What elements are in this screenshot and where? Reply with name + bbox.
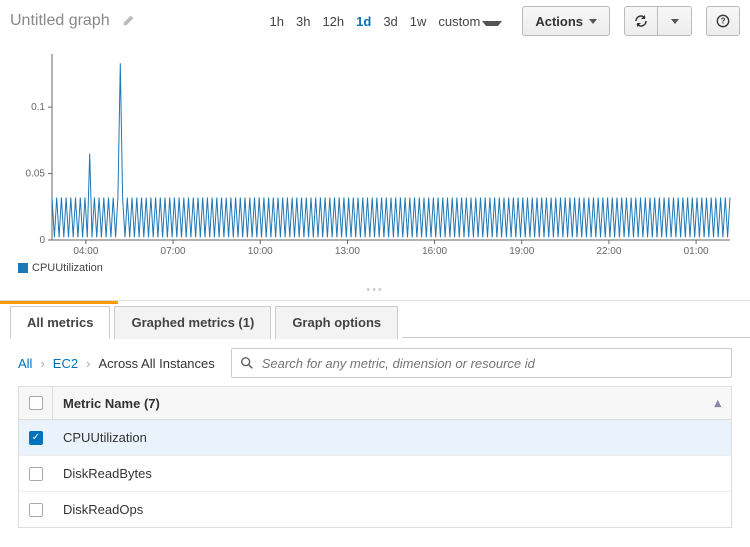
help-icon: ?: [716, 14, 730, 28]
svg-text:?: ?: [721, 17, 726, 26]
chevron-right-icon: ›: [40, 356, 44, 371]
refresh-button[interactable]: [624, 6, 658, 36]
time-range-custom[interactable]: custom: [432, 14, 508, 29]
tab-all-metrics[interactable]: All metrics: [10, 306, 110, 339]
metric-search[interactable]: [231, 348, 732, 378]
time-range-3d[interactable]: 3d: [377, 14, 403, 29]
legend-label: CPUUtilization: [32, 262, 103, 274]
breadcrumb-current: Across All Instances: [98, 356, 214, 371]
row-checkbox[interactable]: [29, 467, 43, 481]
tab-bar: All metricsGraphed metrics (1)Graph opti…: [0, 300, 750, 338]
metric-name: CPUUtilization: [53, 420, 731, 455]
breadcrumb-all[interactable]: All: [18, 356, 32, 371]
edit-icon[interactable]: [122, 13, 136, 30]
time-range-12h[interactable]: 12h: [316, 14, 350, 29]
drag-handle-icon[interactable]: •••: [0, 280, 750, 300]
table-row[interactable]: DiskReadBytes: [19, 456, 731, 492]
time-range-selector: 1h3h12h1d3d1wcustom: [264, 14, 509, 29]
chart-legend: CPUUtilization: [18, 258, 732, 274]
table-row[interactable]: DiskReadOps: [19, 492, 731, 527]
select-all-checkbox[interactable]: [29, 396, 43, 410]
refresh-options-button[interactable]: [658, 6, 692, 36]
svg-text:0.05: 0.05: [26, 169, 46, 180]
refresh-icon: [633, 13, 649, 29]
time-range-1w[interactable]: 1w: [404, 14, 433, 29]
svg-text:19:00: 19:00: [509, 246, 534, 257]
tab-graphed-metrics-[interactable]: Graphed metrics (1): [114, 306, 271, 339]
time-range-3h[interactable]: 3h: [290, 14, 316, 29]
column-header-name[interactable]: Metric Name (7) ▴: [53, 387, 731, 419]
caret-down-icon: [671, 19, 679, 24]
row-checkbox[interactable]: ✓: [29, 431, 43, 445]
svg-text:0: 0: [39, 235, 45, 246]
time-range-1h[interactable]: 1h: [264, 14, 290, 29]
search-input[interactable]: [262, 356, 723, 371]
svg-text:10:00: 10:00: [248, 246, 273, 257]
svg-text:13:00: 13:00: [335, 246, 360, 257]
svg-text:0.1: 0.1: [31, 102, 45, 113]
row-checkbox[interactable]: [29, 503, 43, 517]
actions-button[interactable]: Actions: [522, 6, 610, 36]
metric-chart[interactable]: 0 0.05 0.1 04:00 07:00 10:00 13:00 16:00 19:00 22…: [18, 48, 736, 258]
caret-down-icon: [482, 21, 502, 26]
chevron-right-icon: ›: [86, 356, 90, 371]
svg-text:16:00: 16:00: [422, 246, 447, 257]
metric-name: DiskReadOps: [53, 492, 731, 527]
page-title: Untitled graph: [10, 12, 110, 30]
svg-text:22:00: 22:00: [596, 246, 621, 257]
table-row[interactable]: ✓ CPUUtilization: [19, 420, 731, 456]
sort-asc-icon: ▴: [714, 395, 721, 411]
actions-label: Actions: [535, 14, 583, 29]
svg-text:07:00: 07:00: [161, 246, 186, 257]
legend-swatch: [18, 263, 28, 273]
time-range-1d[interactable]: 1d: [350, 14, 377, 29]
metric-name: DiskReadBytes: [53, 456, 731, 491]
metrics-table: Metric Name (7) ▴ ✓CPUUtilizationDiskRea…: [18, 386, 732, 528]
tab-graph-options[interactable]: Graph options: [275, 306, 398, 339]
breadcrumb: All › EC2 › Across All Instances: [18, 348, 732, 378]
caret-down-icon: [589, 19, 597, 24]
breadcrumb-ec2[interactable]: EC2: [53, 356, 78, 371]
search-icon: [240, 356, 254, 370]
help-button[interactable]: ?: [706, 6, 740, 36]
svg-text:04:00: 04:00: [73, 246, 98, 257]
svg-text:01:00: 01:00: [684, 246, 709, 257]
